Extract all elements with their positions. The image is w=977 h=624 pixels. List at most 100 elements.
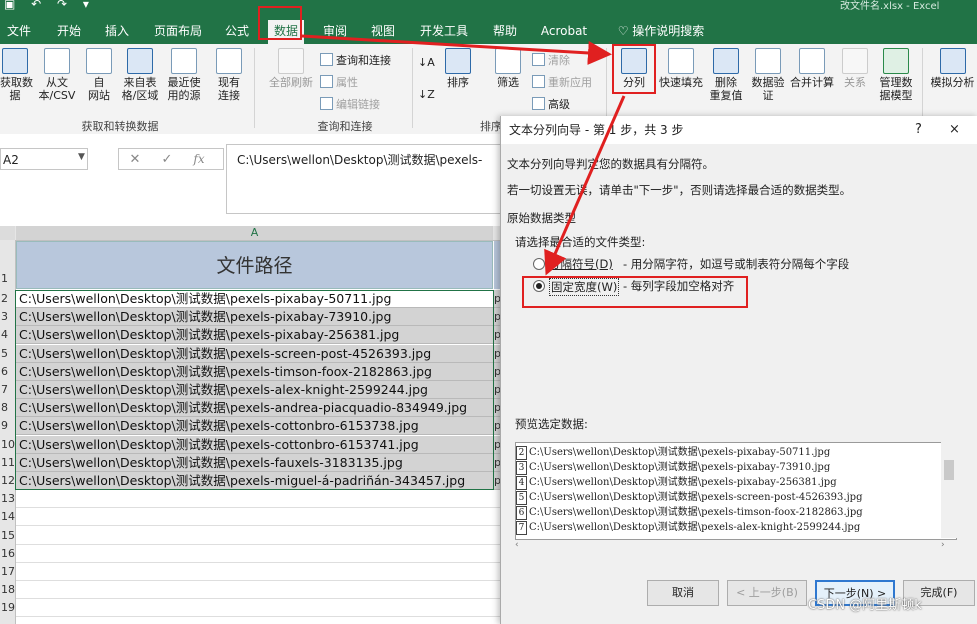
filter-button[interactable]: 筛选 (490, 48, 526, 89)
web-page-icon (86, 48, 112, 74)
flash-fill-label: 快速填充 (659, 76, 703, 89)
enter-icon[interactable]: ✓ (151, 150, 183, 170)
row-number[interactable]: 3 (0, 308, 15, 326)
empty-row[interactable] (16, 563, 502, 581)
tab-file[interactable]: 文件 (2, 20, 36, 42)
header-cell-a1[interactable]: 文件路径 (16, 241, 493, 289)
formula-input[interactable]: C:\Users\wellon\Desktop\测试数据\pexels- (226, 144, 506, 214)
row-number[interactable]: 12 (0, 472, 15, 490)
row-number[interactable]: 16 (0, 545, 15, 563)
quick-access-toolbar[interactable]: ▣ ↶ ↷ ▾ (4, 0, 95, 11)
radio-delimited[interactable] (533, 258, 545, 270)
select-all-corner[interactable] (0, 226, 15, 240)
tab-review[interactable]: 审阅 (318, 20, 352, 42)
name-box[interactable]: A2 (0, 148, 88, 170)
empty-row[interactable] (16, 508, 502, 527)
reapply-button[interactable]: 重新应用 (532, 74, 592, 90)
row-number[interactable]: 19 (0, 599, 15, 617)
queries-connections-button[interactable]: 查询和连接 (320, 52, 391, 68)
what-if-analysis-button[interactable]: 模拟分析 (928, 48, 977, 89)
row-number[interactable]: 8 (0, 399, 15, 417)
empty-row[interactable] (16, 581, 502, 600)
column-header-a[interactable]: A (16, 226, 493, 240)
refresh-all-button[interactable]: 全部刷新 (264, 48, 318, 89)
queries-connections-label: 查询和连接 (336, 54, 391, 67)
tab-page-layout[interactable]: 页面布局 (148, 20, 208, 42)
recent-sources-button[interactable]: 最近使 用的源 (162, 48, 206, 102)
row-number[interactable]: 6 (0, 363, 15, 381)
row-number[interactable]: 17 (0, 563, 15, 581)
data-validation-button[interactable]: 数据验 证 (748, 48, 788, 102)
tab-home[interactable]: 开始 (52, 20, 86, 42)
clear-button[interactable]: 清除 (532, 52, 570, 68)
help-button[interactable]: ? (915, 116, 922, 144)
manage-data-model-button[interactable]: 管理数 据模型 (874, 48, 918, 102)
preview-line-text: C:\Users\wellon\Desktop\测试数据\pexels-pixa… (529, 447, 831, 458)
formula-buttons: ✕ ✓ fx (118, 148, 224, 170)
name-box-dropdown-icon[interactable]: ▼ (78, 152, 85, 162)
row-number[interactable]: 14 (0, 508, 15, 526)
row-number[interactable]: 7 (0, 381, 15, 399)
row-number[interactable]: 18 (0, 581, 15, 599)
row-number[interactable]: 13 (0, 490, 15, 508)
tab-developer[interactable]: 开发工具 (414, 20, 474, 42)
advanced-filter-button[interactable]: 高级 (532, 96, 570, 112)
relationships-label: 关系 (844, 76, 866, 89)
from-table-button[interactable]: 来自表 格/区域 (118, 48, 162, 102)
cancel-icon[interactable]: ✕ (119, 150, 151, 170)
sort-button[interactable]: 排序 (440, 48, 476, 89)
empty-row[interactable] (16, 544, 502, 563)
sort-za-small-button[interactable]: ↓Z (418, 88, 435, 101)
close-button[interactable]: × (949, 116, 960, 144)
row-number[interactable]: 11 (0, 454, 15, 472)
watermark: CSDN @阿里斯顿k (808, 598, 922, 613)
row-number[interactable]: 10 (0, 436, 15, 454)
validation-icon (755, 48, 781, 74)
tab-help[interactable]: 帮助 (488, 20, 522, 42)
from-web-button[interactable]: 自 网站 (84, 48, 114, 102)
scroll-left-icon[interactable]: ‹ (515, 540, 519, 550)
existing-connections-button[interactable]: 现有 连接 (212, 48, 246, 102)
insert-function-button[interactable]: fx (183, 149, 215, 169)
delimited-label[interactable]: 分隔符号(D) (549, 256, 613, 272)
flash-fill-button[interactable]: 快速填充 (656, 48, 706, 89)
row-number[interactable]: 4 (0, 326, 15, 344)
preview-line-text: C:\Users\wellon\Desktop\测试数据\pexels-scre… (529, 492, 863, 503)
preview-vertical-scrollbar[interactable] (941, 442, 957, 538)
consolidate-button[interactable]: 合并计算 (788, 48, 836, 89)
tab-insert[interactable]: 插入 (100, 20, 134, 42)
edit-links-button[interactable]: 编辑链接 (320, 96, 380, 112)
cancel-button[interactable]: 取消 (647, 580, 719, 606)
preview-line-text: C:\Users\wellon\Desktop\测试数据\pexels-alex… (529, 522, 861, 533)
empty-row[interactable] (16, 490, 502, 509)
tab-view[interactable]: 视图 (366, 20, 400, 42)
relationships-button[interactable]: 关系 (838, 48, 872, 89)
back-button[interactable]: < 上一步(B) (727, 580, 807, 606)
row-number[interactable]: 9 (0, 417, 15, 435)
remove-duplicates-button[interactable]: 删除 重复值 (706, 48, 746, 102)
dialog-title: 文本分列向导 - 第 1 步，共 3 步 (501, 116, 977, 144)
preview-label: 预览选定数据: (515, 417, 588, 431)
preview-line: 2 C:\Users\wellon\Desktop\测试数据\pexels-pix… (516, 445, 830, 460)
scroll-thumb[interactable] (944, 460, 954, 480)
tab-formulas[interactable]: 公式 (220, 20, 254, 42)
get-data-button[interactable]: 获取数 据 (0, 48, 33, 102)
row-number[interactable]: 15 (0, 527, 15, 545)
properties-icon (320, 75, 333, 88)
tell-me-search[interactable]: ♡ 操作说明搜索 (606, 20, 716, 42)
properties-button[interactable]: 属性 (320, 74, 358, 90)
tab-acrobat[interactable]: Acrobat (536, 20, 592, 42)
preview-line-number: 4 (516, 476, 527, 490)
empty-row[interactable] (16, 526, 502, 545)
data-model-icon (883, 48, 909, 74)
preview-box[interactable]: 2 C:\Users\wellon\Desktop\测试数据\pexels-pix… (515, 442, 957, 540)
row-number[interactable]: 2 (0, 290, 15, 308)
row-number[interactable]: 1 (0, 270, 15, 288)
row-number[interactable]: 5 (0, 345, 15, 363)
what-if-icon (939, 48, 966, 74)
sort-az-button[interactable]: ↓A (418, 56, 435, 69)
empty-row[interactable] (16, 599, 502, 618)
from-text-csv-button[interactable]: 从文 本/CSV (36, 48, 78, 102)
clock-file-icon (171, 48, 197, 74)
scroll-right-icon[interactable]: › (941, 540, 945, 550)
